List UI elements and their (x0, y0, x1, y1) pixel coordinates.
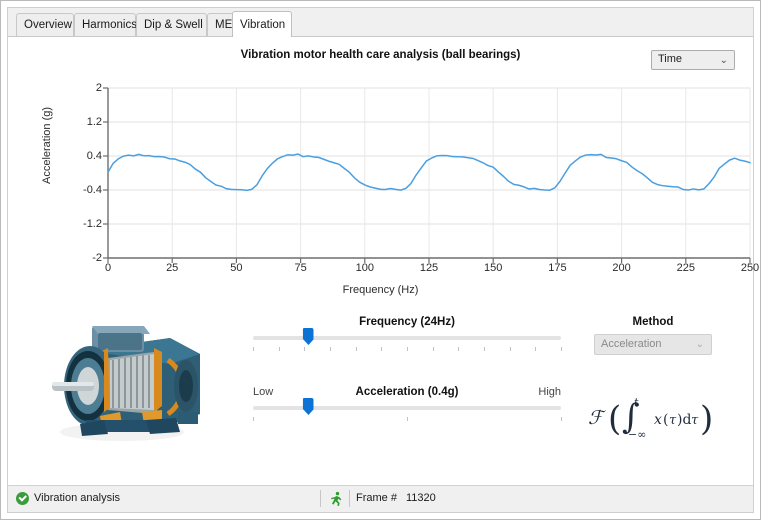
status-divider-left (320, 490, 321, 507)
svg-text:τ: τ (691, 413, 699, 428)
frequency-slider-caption: Frequency (24Hz) (359, 316, 455, 328)
slider-tick (407, 347, 408, 351)
tab-overview[interactable]: Overview (16, 13, 74, 36)
slider-tick (278, 347, 280, 351)
method-label: Method (632, 316, 674, 328)
controls-panel: Frequency (24Hz) Acceleration (0.4g) Low… (8, 308, 753, 468)
tab-vibration[interactable]: Vibration (232, 11, 292, 37)
frame-label: Frame # (356, 492, 397, 504)
slider-tick (458, 347, 460, 351)
status-message: Vibration analysis (34, 492, 121, 504)
frequency-slider-thumb[interactable] (302, 328, 314, 345)
chart-panel: Vibration motor health care analysis (ba… (8, 36, 759, 308)
slider-tick (509, 347, 511, 351)
slider-tick (330, 347, 331, 351)
slider-tick (484, 347, 485, 351)
frame-value: 11320 (406, 492, 436, 504)
slider-tick (355, 347, 357, 351)
acceleration-slider-caption: Acceleration (0.4g) (355, 386, 459, 398)
chevron-down-icon: ⌄ (695, 339, 704, 350)
frequency-slider-group: Frequency (24Hz) (253, 316, 562, 356)
acceleration-low-label: Low (253, 386, 274, 398)
window-content: Overview Harmonics Dip & Swell MESA Vibr… (7, 7, 759, 513)
svg-text:)d: )d (677, 412, 691, 428)
x-axis-label: Frequency (Hz) (342, 284, 419, 296)
svg-text:ℱ: ℱ (588, 407, 606, 429)
acceleration-slider-ticks (253, 417, 562, 423)
acceleration-slider-group: Acceleration (0.4g) Low High (253, 386, 562, 426)
slider-tick (381, 347, 383, 351)
application-window: Overview Harmonics Dip & Swell MESA Vibr… (0, 0, 761, 520)
acceleration-slider-track[interactable] (253, 406, 561, 410)
svg-text:−∞: −∞ (628, 428, 646, 441)
method-group: Method Acceleration ⌄ (594, 316, 712, 360)
svg-text:): ) (700, 399, 713, 439)
acceleration-high-label: High (538, 386, 561, 398)
status-divider-right (349, 490, 350, 507)
slider-tick (253, 347, 254, 351)
tab-harmonics[interactable]: Harmonics (74, 13, 137, 36)
slider-tick (561, 417, 562, 421)
tab-bar: Overview Harmonics Dip & Swell MESA Vibr… (8, 8, 753, 37)
method-select[interactable]: Acceleration ⌄ (594, 334, 712, 355)
slider-tick (561, 347, 562, 351)
success-check-icon (16, 492, 29, 505)
domain-select[interactable]: Time ⌄ (651, 50, 735, 70)
plot-area: Acceleration (g) Frequency (Hz) 2 1.2 0.4-… (8, 76, 759, 308)
slider-tick (535, 347, 537, 351)
slider-tick (253, 417, 254, 421)
slider-tick (407, 417, 408, 421)
svg-text:(: ( (663, 412, 668, 428)
slider-tick (432, 347, 434, 351)
domain-select-value: Time (658, 53, 683, 65)
svg-text:x: x (654, 412, 662, 428)
motor-illustration (52, 326, 200, 441)
frequency-slider-track[interactable] (253, 336, 561, 340)
frequency-slider-ticks (253, 347, 562, 353)
status-bar: Vibration analysis Frame # 11320 (8, 485, 753, 512)
tab-dip-and-swell[interactable]: Dip & Swell (136, 13, 207, 36)
svg-text:t: t (634, 396, 639, 409)
chart-title: Vibration motor health care analysis (ba… (240, 49, 521, 61)
method-select-value: Acceleration (601, 338, 662, 350)
running-person-icon (331, 491, 342, 506)
waveform-plot (103, 87, 751, 263)
transform-formula: ℱ ( ∫ t −∞ x ( τ )d τ ) (588, 396, 713, 441)
svg-text:τ: τ (669, 413, 677, 428)
acceleration-slider-thumb[interactable] (302, 398, 314, 415)
svg-text:(: ( (608, 399, 621, 439)
slider-tick (304, 347, 306, 351)
chevron-down-icon: ⌄ (719, 55, 728, 66)
